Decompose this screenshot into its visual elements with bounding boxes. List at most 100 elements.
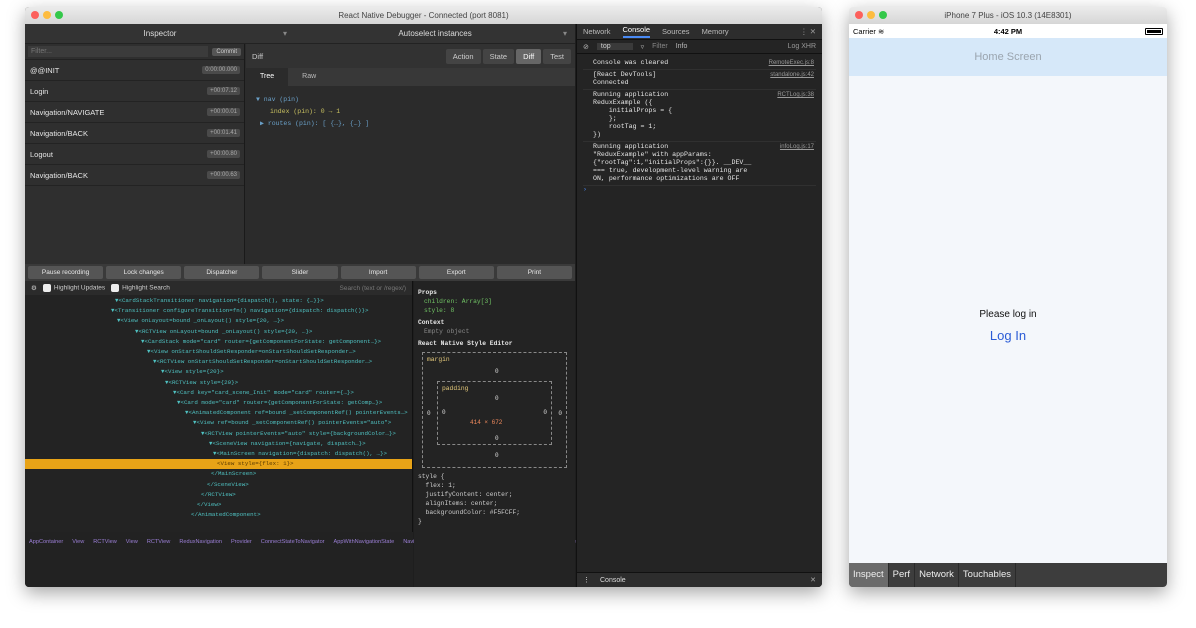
tree-node[interactable]: ▼ nav (pin) [256, 94, 565, 106]
filter-icon[interactable]: ▿ [641, 43, 645, 51]
action-item[interactable]: @@INIT 0:00:00.000 [25, 60, 244, 81]
breadcrumb-item[interactable]: ReduxNavigation [179, 539, 222, 545]
breadcrumb-item[interactable]: Provider [231, 539, 252, 545]
breadcrumb-item[interactable]: AppWithNavigationState [334, 539, 395, 545]
element-node[interactable]: </AnimatedComponent> [25, 510, 412, 520]
login-link[interactable]: Log In [849, 328, 1167, 343]
highlight-updates-checkbox[interactable]: Highlight Updates [42, 284, 105, 292]
close-window-button[interactable] [31, 11, 39, 19]
tab-network[interactable]: Network [583, 27, 611, 36]
action-item[interactable]: Navigation/BACK +00:01.41 [25, 123, 244, 144]
tab-action[interactable]: Action [445, 48, 481, 64]
close-icon[interactable]: ✕ [810, 576, 816, 584]
element-node[interactable]: ▼<SceneView navigation={navigate, dispat… [25, 439, 412, 449]
tab-touchables[interactable]: Touchables [959, 563, 1016, 587]
breadcrumb-item[interactable]: RCTView [93, 539, 117, 545]
padding-right-value[interactable]: 0 [543, 408, 547, 417]
console-source-link[interactable]: standalone.js:42 [770, 71, 814, 79]
element-node[interactable]: ▼<CardStackTransitioner navigation={disp… [25, 296, 412, 306]
element-node[interactable]: ▼<Card key="card_scene_Init" mode="card"… [25, 388, 412, 398]
more-icon[interactable]: ⋮ ✕ [800, 27, 816, 36]
console-source-link[interactable]: RCTLog.js:38 [777, 91, 814, 99]
subtab-tree[interactable]: Tree [246, 68, 289, 86]
console-filter-input[interactable]: Filter [652, 43, 668, 50]
element-node[interactable]: ▼<RCTView pointerEvents="auto" style={ba… [25, 429, 412, 439]
breadcrumb-item[interactable]: View [72, 539, 84, 545]
dispatcher-button[interactable]: Dispatcher [184, 266, 260, 279]
element-node[interactable]: ▼<View ref=bound _setComponentRef() poin… [25, 418, 412, 428]
tab-network[interactable]: Network [915, 563, 959, 587]
close-window-button[interactable] [855, 11, 863, 19]
tab-inspect[interactable]: Inspect [849, 563, 889, 587]
console-source-link[interactable]: infoLog.js:17 [780, 143, 814, 151]
breadcrumb-item[interactable]: AppContainer [29, 539, 63, 545]
tab-state[interactable]: State [482, 48, 515, 64]
element-node[interactable]: ▼<Transitioner configureTransition=fn() … [25, 306, 412, 316]
element-node[interactable]: ▼<RCTView onLayout=bound _onLayout() sty… [25, 327, 412, 337]
instances-select[interactable]: Autoselect instances ▾ [295, 29, 575, 38]
style-code[interactable]: style { flex: 1; justifyContent: center;… [418, 472, 571, 526]
element-node[interactable]: </RCTView> [25, 490, 412, 500]
breadcrumb-item[interactable]: View [126, 539, 138, 545]
import-button[interactable]: Import [340, 266, 416, 279]
element-node[interactable]: </MainScreen> [25, 469, 412, 479]
action-item[interactable]: Login +00:07.12 [25, 81, 244, 102]
padding-bottom-value[interactable]: 0 [495, 434, 499, 443]
tab-memory[interactable]: Memory [702, 27, 729, 36]
context-select[interactable]: top [596, 43, 633, 50]
margin-bottom-value[interactable]: 0 [495, 451, 499, 460]
breadcrumb-item[interactable]: RCTView [147, 539, 171, 545]
margin-right-value[interactable]: 0 [558, 409, 562, 418]
tab-diff[interactable]: Diff [516, 48, 542, 64]
action-item[interactable]: Navigation/NAVIGATE +00:00.01 [25, 102, 244, 123]
tab-test[interactable]: Test [543, 48, 571, 64]
lock-changes-button[interactable]: Lock changes [106, 266, 182, 279]
zoom-window-button[interactable] [55, 11, 63, 19]
element-node[interactable]: ▼<Card mode="card" router={getComponentF… [25, 398, 412, 408]
console-source-link[interactable]: RemoteExec.js:8 [769, 59, 814, 67]
highlight-search-checkbox[interactable]: Highlight Search [111, 284, 170, 292]
action-item[interactable]: Logout +00:00.80 [25, 144, 244, 165]
element-node[interactable]: ▼<View onLayout=bound _onLayout() style=… [25, 316, 412, 326]
element-node[interactable]: ▼<RCTView style={20}> [25, 378, 412, 388]
clear-console-icon[interactable]: ⊘ [583, 43, 589, 51]
margin-left-value[interactable]: 0 [427, 409, 431, 418]
element-node[interactable]: ▼<RCTView onStartShouldSetResponder=onSt… [25, 357, 412, 367]
breadcrumb-item[interactable]: ConnectStateToNavigator [261, 539, 325, 545]
action-item[interactable]: Navigation/BACK +00:00.63 [25, 165, 244, 186]
tree-node[interactable]: ▶ routes (pin): [ {…}, {…} ] [256, 118, 565, 130]
element-node[interactable]: ▼<View onStartShouldSetResponder=onStart… [25, 347, 412, 357]
pause-recording-button[interactable]: Pause recording [28, 266, 104, 279]
drawer-console-tab[interactable]: Console [600, 577, 626, 584]
element-node[interactable]: <View style={flex: 1}> [25, 459, 412, 470]
level-select[interactable]: Info [676, 43, 688, 50]
minimize-window-button[interactable] [43, 11, 51, 19]
log-xhr-checkbox[interactable]: Log XHR [788, 43, 816, 50]
subtab-raw[interactable]: Raw [288, 68, 330, 86]
margin-top-value[interactable]: 0 [495, 367, 499, 376]
drawer-menu-icon[interactable]: ⋮ [583, 576, 590, 584]
minimize-window-button[interactable] [867, 11, 875, 19]
inspector-monitor-select[interactable]: Inspector ▾ [25, 29, 295, 38]
prop-children[interactable]: children: Array[3] [418, 297, 571, 306]
element-node[interactable]: ▼<CardStack mode="card" router={getCompo… [25, 337, 412, 347]
element-node[interactable]: ▼<MainScreen navigation={dispatch: dispa… [25, 449, 412, 459]
prop-style[interactable]: style: 8 [418, 306, 571, 315]
padding-top-value[interactable]: 0 [495, 394, 499, 403]
padding-left-value[interactable]: 0 [442, 408, 446, 417]
console-prompt[interactable]: › [583, 186, 816, 194]
zoom-window-button[interactable] [879, 11, 887, 19]
action-filter-input[interactable]: Filter... [28, 46, 209, 57]
element-node[interactable]: </SceneView> [25, 480, 412, 490]
tab-console[interactable]: Console [622, 25, 651, 38]
settings-gear-icon[interactable]: ⚙ [31, 284, 37, 292]
element-search-input[interactable]: Search (text or /regex/) [340, 285, 406, 292]
slider-button[interactable]: Slider [262, 266, 338, 279]
element-node[interactable]: ▼<AnimatedComponent ref=bound _setCompon… [25, 408, 412, 418]
tab-sources[interactable]: Sources [662, 27, 690, 36]
element-node[interactable]: ▼<View style={20}> [25, 367, 412, 377]
print-button[interactable]: Print [496, 266, 572, 279]
element-node[interactable]: </View> [25, 500, 412, 510]
commit-button[interactable]: Commit [212, 47, 241, 56]
export-button[interactable]: Export [418, 266, 494, 279]
